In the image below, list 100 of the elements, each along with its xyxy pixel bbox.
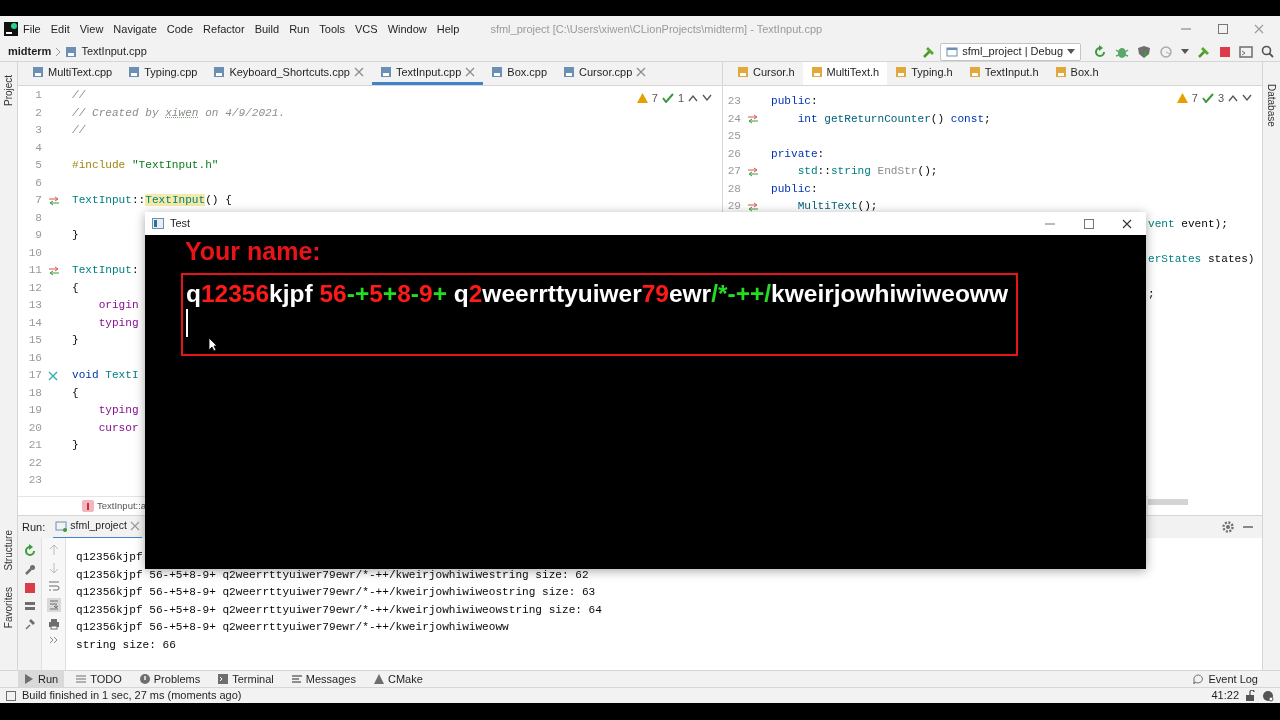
event-log-button[interactable]: Event Log: [1187, 670, 1264, 688]
info-icon: [139, 674, 150, 684]
search-icon[interactable]: [1261, 45, 1274, 58]
tool-window-tab[interactable]: Run: [18, 670, 65, 688]
panel-icon[interactable]: [1239, 44, 1253, 59]
editor-tab[interactable]: Box.cpp: [483, 62, 556, 85]
editor-tab[interactable]: MultiText.cpp: [24, 62, 121, 85]
arrow-up-icon[interactable]: [48, 544, 59, 556]
tool-window-tab[interactable]: Problems: [133, 670, 207, 688]
terminal-icon: [218, 674, 229, 684]
code-line: }: [72, 333, 79, 349]
console-line: q12356kjpf 56-+5+8-9+ q2weerrttyuiwer79ewr/*-++/kweirjowhiwiweostring size: 63: [76, 585, 597, 600]
name-input-field[interactable]: q12356kjpf 56-+5+8-9+ q2weerrttyuiwer79ewr/*-++/kweirjowhiwiweoww: [181, 273, 1018, 356]
menu-item[interactable]: Navigate: [108, 20, 162, 38]
stop-icon[interactable]: [1219, 45, 1231, 58]
print-icon[interactable]: [47, 618, 60, 630]
close-icon[interactable]: [1122, 218, 1132, 229]
header-file-icon: [737, 66, 749, 78]
menu-item[interactable]: Code: [161, 20, 199, 38]
console-line: q12356kjpf 56-+5+8-9+ q2weerrttyuiwer79ewr/*-++/kweirjowhiwiwestring size: 62: [76, 567, 590, 583]
run-config-dropdown[interactable]: sfml_project | Debug: [940, 42, 1081, 61]
arrow-down-icon[interactable]: [48, 562, 59, 574]
editor-tab[interactable]: TextInput.h: [960, 62, 1047, 85]
code-line: {: [72, 280, 79, 296]
wrench-icon[interactable]: [23, 564, 36, 576]
menu-item[interactable]: Window: [382, 20, 432, 38]
breadcrumb-item[interactable]: midterm: [8, 43, 52, 60]
status-message: Build finished in 1 sec, 27 ms (moments ago): [22, 688, 242, 704]
rerun-icon[interactable]: [22, 544, 37, 558]
line-number: 13: [27, 298, 42, 314]
window-icon: [152, 218, 164, 229]
editor-tab[interactable]: Typing.cpp: [120, 62, 206, 85]
code-line: typing: [97, 315, 139, 331]
code-line: #include "TextInput.h": [72, 158, 219, 174]
tool-window-label[interactable]: Database: [1264, 84, 1279, 127]
line-number: 3: [34, 123, 42, 139]
code-line: MultiText();: [796, 199, 878, 215]
header-file-icon: [895, 66, 908, 78]
source-file-icon: [563, 66, 576, 78]
tool-window-tab[interactable]: CMake: [367, 670, 429, 688]
menu-item[interactable]: Run: [284, 20, 315, 38]
menu-item[interactable]: Help: [431, 20, 465, 38]
code-line: {: [72, 385, 79, 401]
source-file-icon: [32, 66, 44, 78]
menu-item[interactable]: File: [18, 20, 46, 38]
settings-icon[interactable]: [1222, 521, 1234, 533]
hammer-icon[interactable]: [922, 44, 937, 59]
more-icon[interactable]: [48, 636, 59, 644]
stop-icon[interactable]: [23, 582, 36, 594]
line-number: 28: [726, 181, 741, 197]
caret-position[interactable]: 41:22: [1211, 687, 1239, 704]
line-number: 21: [27, 438, 42, 454]
line-number: 25: [726, 129, 741, 145]
maximize-icon[interactable]: [1218, 24, 1228, 34]
editor-tab[interactable]: Keyboard_Shortcuts.cpp: [205, 62, 372, 85]
horizontal-scrollbar[interactable]: [1148, 496, 1262, 515]
line-number: 17: [27, 368, 42, 384]
chevron-down-icon[interactable]: [1242, 94, 1252, 103]
console-line: string size: 66: [76, 637, 177, 653]
menu-item[interactable]: Edit: [45, 20, 75, 38]
code-line: private:: [771, 146, 825, 162]
panel-toggle-icon[interactable]: [6, 690, 16, 701]
rerun-icon[interactable]: [1093, 44, 1107, 59]
line-number: 15: [27, 333, 42, 349]
code-line: //: [72, 123, 86, 139]
editor-tab[interactable]: Cursor.h: [729, 62, 803, 85]
tool-window-label[interactable]: Project: [1, 62, 16, 106]
menu-item[interactable]: VCS: [350, 20, 383, 38]
editor-tab[interactable]: Typing.h: [887, 62, 961, 85]
chevron-up-icon[interactable]: [688, 94, 698, 103]
lock-icon[interactable]: [1245, 690, 1256, 701]
tool-window-tab[interactable]: TODO: [70, 670, 128, 688]
app-logo: [4, 22, 18, 36]
tool-window-label[interactable]: Favorites: [1, 586, 16, 628]
breadcrumb-item[interactable]: TextInput::a: [97, 498, 147, 514]
hammer-icon[interactable]: [1197, 44, 1211, 59]
play-icon: [24, 674, 34, 684]
menu-item[interactable]: View: [74, 20, 109, 38]
maximize-icon[interactable]: [1084, 218, 1094, 229]
editor-tab[interactable]: MultiText.h: [802, 62, 888, 85]
menu-item[interactable]: Refactor: [198, 20, 250, 38]
line-number: 11: [27, 263, 42, 279]
profiler-icon[interactable]: [1159, 44, 1173, 59]
line-number: 23: [726, 94, 741, 110]
chevron-down-icon[interactable]: [702, 94, 712, 103]
menu-item[interactable]: Tools: [314, 20, 350, 38]
tool-window-tab[interactable]: Terminal: [212, 670, 280, 688]
check-icon: [661, 93, 674, 104]
tool-window-label[interactable]: Structure: [1, 530, 16, 571]
tool-window-tab[interactable]: Messages: [285, 670, 362, 688]
shield-icon[interactable]: [1137, 44, 1151, 59]
soft-wrap-icon[interactable]: [47, 580, 60, 592]
breadcrumb-item[interactable]: TextInput.cpp: [81, 43, 147, 60]
editor-tab[interactable]: Box.h: [1046, 62, 1107, 85]
editor-tab[interactable]: Cursor.cpp: [555, 62, 655, 85]
chevron-up-icon[interactable]: [1228, 94, 1238, 103]
code-line: TextInput::TextInput() {: [72, 193, 232, 209]
layout-icon[interactable]: [23, 600, 36, 612]
menu-item[interactable]: Build: [249, 20, 285, 38]
scroll-to-end-icon[interactable]: [46, 598, 61, 612]
